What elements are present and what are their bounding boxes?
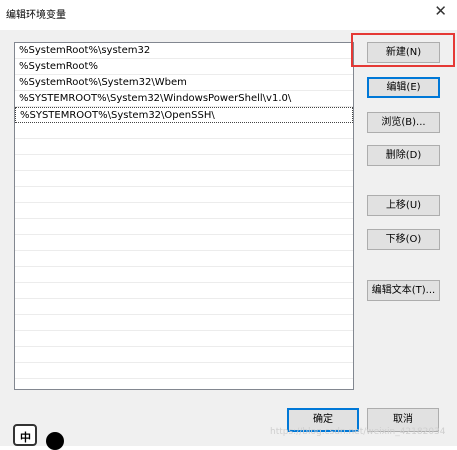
new-button[interactable]: 新建(N) — [367, 42, 440, 63]
empty-row — [15, 347, 353, 363]
path-list[interactable]: %SystemRoot%\system32 %SystemRoot% %Syst… — [14, 42, 354, 390]
list-item[interactable]: %SystemRoot%\System32\Wbem — [15, 75, 353, 91]
empty-row — [15, 363, 353, 379]
empty-row — [15, 171, 353, 187]
title-bar: 编辑环境变量 ✕ — [0, 0, 457, 30]
ime-status-icon — [46, 432, 64, 450]
ime-label: 中 — [20, 431, 31, 444]
list-item[interactable]: %SYSTEMROOT%\System32\OpenSSH\ — [15, 107, 353, 123]
ime-indicator[interactable]: 中 — [13, 424, 71, 450]
browse-button[interactable]: 浏览(B)... — [367, 112, 440, 133]
list-item[interactable]: %SystemRoot% — [15, 59, 353, 75]
list-item[interactable]: %SystemRoot%\system32 — [15, 43, 353, 59]
move-down-button[interactable]: 下移(O) — [367, 229, 440, 250]
empty-row — [15, 187, 353, 203]
window-title: 编辑环境变量 — [6, 10, 66, 21]
ime-box: 中 — [13, 424, 37, 446]
list-item[interactable]: %SYSTEMROOT%\System32\WindowsPowerShell\… — [15, 91, 353, 107]
watermark: https://blog.csdn.net/weixin_42182034 — [270, 427, 446, 437]
empty-row — [15, 331, 353, 347]
move-up-button[interactable]: 上移(U) — [367, 195, 440, 216]
empty-row — [15, 219, 353, 235]
empty-row — [15, 283, 353, 299]
empty-row — [15, 267, 353, 283]
edit-button[interactable]: 编辑(E) — [367, 77, 440, 98]
empty-row — [15, 235, 353, 251]
empty-row — [15, 299, 353, 315]
empty-row — [15, 251, 353, 267]
delete-button[interactable]: 删除(D) — [367, 145, 440, 166]
empty-row — [15, 123, 353, 139]
edit-text-button[interactable]: 编辑文本(T)... — [367, 280, 440, 301]
empty-row — [15, 315, 353, 331]
close-icon[interactable]: ✕ — [434, 2, 447, 20]
empty-row — [15, 139, 353, 155]
empty-row — [15, 155, 353, 171]
empty-row — [15, 203, 353, 219]
